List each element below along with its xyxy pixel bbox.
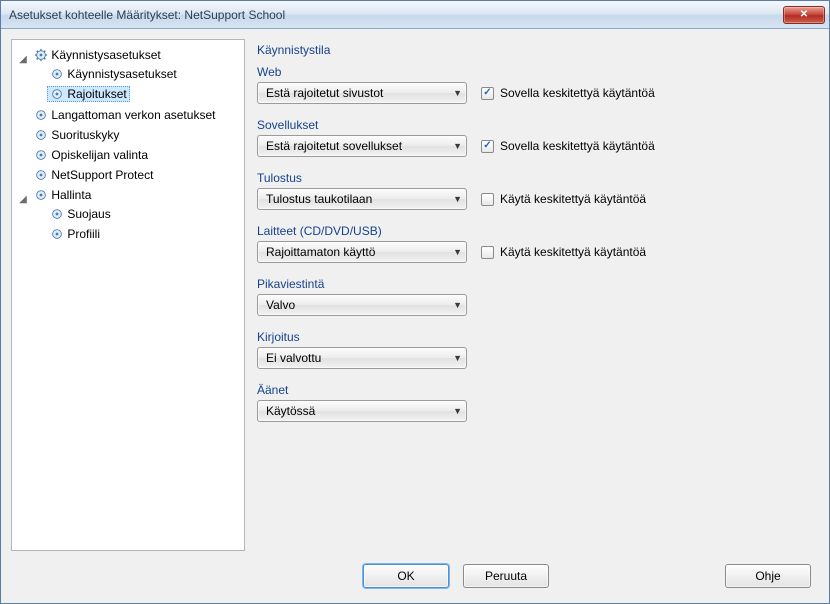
expander-icon[interactable]: ◢ [18, 194, 28, 205]
button-label: OK [397, 569, 414, 583]
tree-item-startup-settings-child[interactable]: Käynnistysasetukset [47, 66, 179, 82]
label-sounds: Äänet [257, 383, 813, 397]
tree-label: Profiili [67, 227, 100, 241]
tree-label: NetSupport Protect [51, 168, 153, 182]
checkbox-web-policy[interactable]: Sovella keskitettyä käytäntöä [481, 86, 655, 100]
tree-item-security[interactable]: Suojaus [47, 206, 113, 222]
button-label: Ohje [755, 569, 780, 583]
gear-icon [50, 87, 64, 101]
checkbox-icon [481, 246, 494, 259]
label-devices: Laitteet (CD/DVD/USB) [257, 224, 813, 238]
tree-label: Hallinta [51, 188, 91, 202]
titlebar: Asetukset kohteelle Määritykset: NetSupp… [1, 1, 829, 29]
field-apps: Sovellukset Estä rajoitetut sovellukset … [257, 118, 813, 157]
field-web: Web Estä rajoitetut sivustot ▼ Sovella k… [257, 65, 813, 104]
button-bar: OK Peruuta Ohje [1, 555, 829, 603]
combo-sounds[interactable]: Käytössä ▼ [257, 400, 467, 422]
gear-icon [34, 48, 48, 62]
chevron-down-icon: ▼ [453, 300, 462, 310]
checkbox-label: Käytä keskitettyä käytäntöä [500, 245, 646, 259]
tree-item-admin[interactable]: Hallinta [31, 187, 94, 203]
tree-label: Suorituskyky [51, 128, 119, 142]
chevron-down-icon: ▼ [453, 353, 462, 363]
nav-tree: ◢ Käynnistysasetukset [16, 46, 240, 246]
dialog-body: ◢ Käynnistysasetukset [1, 29, 829, 555]
field-im: Pikaviestintä Valvo ▼ [257, 277, 813, 316]
combo-typing[interactable]: Ei valvottu ▼ [257, 347, 467, 369]
chevron-down-icon: ▼ [453, 141, 462, 151]
gear-icon [34, 168, 48, 182]
help-button[interactable]: Ohje [725, 564, 811, 588]
window-title: Asetukset kohteelle Määritykset: NetSupp… [9, 8, 783, 22]
combo-im[interactable]: Valvo ▼ [257, 294, 467, 316]
cancel-button[interactable]: Peruuta [463, 564, 549, 588]
ok-button[interactable]: OK [363, 564, 449, 588]
field-print: Tulostus Tulostus taukotilaan ▼ Käytä ke… [257, 171, 813, 210]
tree-label: Langattoman verkon asetukset [51, 108, 215, 122]
checkbox-label: Käytä keskitettyä käytäntöä [500, 192, 646, 206]
combo-value: Estä rajoitetut sovellukset [266, 139, 453, 153]
combo-value: Estä rajoitetut sivustot [266, 86, 453, 100]
checkbox-label: Sovella keskitettyä käytäntöä [500, 139, 655, 153]
chevron-down-icon: ▼ [453, 194, 462, 204]
combo-value: Ei valvottu [266, 351, 453, 365]
tree-item-profile[interactable]: Profiili [47, 226, 103, 242]
close-button[interactable]: ✕ [783, 6, 825, 24]
close-icon: ✕ [800, 9, 808, 20]
checkbox-icon [481, 140, 494, 153]
checkbox-icon [481, 193, 494, 206]
combo-apps[interactable]: Estä rajoitetut sovellukset ▼ [257, 135, 467, 157]
chevron-down-icon: ▼ [453, 88, 462, 98]
tree-item-startup-settings[interactable]: Käynnistysasetukset [31, 47, 163, 63]
combo-value: Tulostus taukotilaan [266, 192, 453, 206]
combo-devices[interactable]: Rajoittamaton käyttö ▼ [257, 241, 467, 263]
checkbox-apps-policy[interactable]: Sovella keskitettyä käytäntöä [481, 139, 655, 153]
combo-value: Käytössä [266, 404, 453, 418]
chevron-down-icon: ▼ [453, 406, 462, 416]
dialog-window: Asetukset kohteelle Määritykset: NetSupp… [0, 0, 830, 604]
settings-panel: Käynnistystila Web Estä rajoitetut sivus… [255, 39, 819, 551]
checkbox-print-policy[interactable]: Käytä keskitettyä käytäntöä [481, 192, 646, 206]
gear-icon [34, 188, 48, 202]
label-print: Tulostus [257, 171, 813, 185]
tree-item-restrictions[interactable]: Rajoitukset [47, 86, 129, 102]
panel-heading: Käynnistystila [257, 43, 813, 57]
chevron-down-icon: ▼ [453, 247, 462, 257]
gear-icon [34, 128, 48, 142]
combo-value: Valvo [266, 298, 453, 312]
label-apps: Sovellukset [257, 118, 813, 132]
gear-icon [34, 148, 48, 162]
checkbox-devices-policy[interactable]: Käytä keskitettyä käytäntöä [481, 245, 646, 259]
checkbox-icon [481, 87, 494, 100]
tree-label: Suojaus [67, 207, 110, 221]
tree-label: Käynnistysasetukset [67, 67, 176, 81]
label-typing: Kirjoitus [257, 330, 813, 344]
label-im: Pikaviestintä [257, 277, 813, 291]
gear-icon [50, 67, 64, 81]
tree-item-student-select[interactable]: Opiskelijan valinta [31, 147, 151, 163]
tree-item-performance[interactable]: Suorituskyky [31, 127, 122, 143]
tree-label: Opiskelijan valinta [51, 148, 148, 162]
field-sounds: Äänet Käytössä ▼ [257, 383, 813, 422]
field-devices: Laitteet (CD/DVD/USB) Rajoittamaton käyt… [257, 224, 813, 263]
tree-label: Rajoitukset [67, 87, 126, 101]
gear-icon [50, 227, 64, 241]
nav-tree-panel: ◢ Käynnistysasetukset [11, 39, 245, 551]
gear-icon [34, 108, 48, 122]
expander-icon[interactable]: ◢ [18, 54, 28, 65]
label-web: Web [257, 65, 813, 79]
tree-item-wireless[interactable]: Langattoman verkon asetukset [31, 107, 218, 123]
combo-web[interactable]: Estä rajoitetut sivustot ▼ [257, 82, 467, 104]
tree-label: Käynnistysasetukset [51, 48, 160, 62]
checkbox-label: Sovella keskitettyä käytäntöä [500, 86, 655, 100]
button-label: Peruuta [485, 569, 527, 583]
tree-item-protect[interactable]: NetSupport Protect [31, 167, 156, 183]
gear-icon [50, 207, 64, 221]
field-typing: Kirjoitus Ei valvottu ▼ [257, 330, 813, 369]
combo-print[interactable]: Tulostus taukotilaan ▼ [257, 188, 467, 210]
combo-value: Rajoittamaton käyttö [266, 245, 453, 259]
